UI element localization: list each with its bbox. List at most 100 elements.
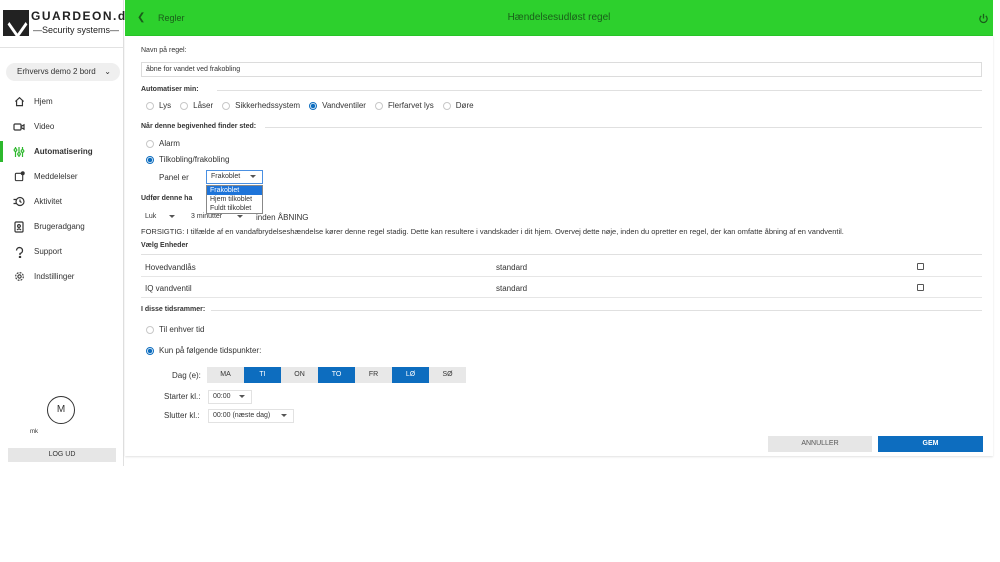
- days-selector: MA TI ON TO FR LØ SØ: [207, 367, 466, 383]
- caret-down-icon: [169, 215, 175, 218]
- delay-value: 3 minutter: [191, 213, 223, 220]
- device-row: Hovedvandlås standard: [141, 256, 982, 277]
- device-name: IQ vandventil: [145, 284, 192, 293]
- event-option-tilkobling[interactable]: Tilkobling/frakobling: [146, 155, 229, 164]
- sidebar-item-label: Video: [34, 122, 55, 131]
- account-name: Erhvervs demo 2 bord: [17, 67, 96, 76]
- device-checkbox[interactable]: [917, 263, 924, 270]
- rule-form: Navn på regel: åbne for vandet ved frako…: [125, 36, 993, 456]
- event-option-alarm[interactable]: Alarm: [146, 139, 180, 148]
- automate-option-sikkerhedssystem[interactable]: Sikkerhedssystem: [222, 101, 300, 110]
- logout-button[interactable]: LOG UD: [8, 448, 116, 462]
- end-time-label: Slutter kl.:: [164, 411, 200, 420]
- sidebar-item-aktivitet[interactable]: Aktivitet: [0, 189, 124, 214]
- sidebar-item-hjem[interactable]: Hjem: [0, 89, 124, 114]
- day-toggle-soe[interactable]: SØ: [429, 367, 466, 383]
- sidebar-item-label: Automatisering: [34, 147, 93, 156]
- automate-option-vandventiler[interactable]: Vandventiler: [309, 101, 366, 110]
- panel-state-select[interactable]: Frakoblet: [206, 170, 263, 184]
- sidebar-item-label: Brugeradgang: [34, 222, 85, 231]
- day-toggle-to[interactable]: TO: [318, 367, 355, 383]
- user-name: mk: [30, 429, 38, 435]
- warning-text: FORSIGTIG: I tilfælde af en vandafbrydel…: [141, 227, 844, 236]
- sidebar-item-label: Meddelelser: [34, 172, 78, 181]
- power-icon[interactable]: [978, 11, 989, 29]
- dropdown-option-hjem-tilkoblet[interactable]: Hjem tilkoblet: [207, 195, 262, 204]
- radio-selected-icon: [146, 346, 154, 355]
- caret-down-icon: [239, 395, 245, 398]
- automate-radio-group: Lys Låser Sikkerhedssystem Vandventiler …: [146, 101, 483, 110]
- day-toggle-fr[interactable]: FR: [355, 367, 392, 383]
- device-checkbox[interactable]: [917, 284, 924, 291]
- panel-state-value: Frakoblet: [211, 173, 241, 180]
- home-icon: [13, 96, 25, 108]
- settings-icon: [13, 271, 25, 283]
- time-option-any[interactable]: Til enhver tid: [146, 325, 205, 334]
- radio-selected-icon: [309, 101, 318, 110]
- option-label: Tilkobling/frakobling: [159, 155, 230, 164]
- option-label: Låser: [193, 101, 214, 110]
- sidebar-item-support[interactable]: Support: [0, 239, 124, 264]
- sidebar-item-video[interactable]: Video: [0, 114, 124, 139]
- logo-brand: GUARDEON.dk: [31, 9, 135, 23]
- start-time-label: Starter kl.:: [164, 392, 201, 401]
- automate-option-laaser[interactable]: Låser: [180, 101, 213, 110]
- event-section-title: Når denne begivenhed finder sted:: [141, 123, 257, 130]
- automation-icon: [13, 146, 25, 158]
- sidebar-item-label: Hjem: [34, 97, 53, 106]
- delay-suffix: inden ÅBNING: [256, 213, 309, 222]
- save-button[interactable]: GEM: [878, 436, 983, 452]
- logo-mark-icon: [3, 10, 29, 36]
- video-icon: [13, 121, 25, 133]
- device-value: standard: [496, 263, 528, 272]
- automate-option-lys[interactable]: Lys: [146, 101, 171, 110]
- option-label: Sikkerhedssystem: [235, 101, 301, 110]
- activity-icon: [13, 196, 25, 208]
- sidebar-item-indstillinger[interactable]: Indstillinger: [0, 264, 124, 289]
- option-label: Kun på følgende tidspunkter:: [159, 346, 262, 355]
- sidebar: GUARDEON.dk —Security systems— Erhvervs …: [0, 0, 133, 466]
- panel-state-dropdown: Frakoblet Hjem tilkoblet Fuldt tilkoblet: [206, 185, 263, 214]
- day-toggle-ma[interactable]: MA: [207, 367, 244, 383]
- devices-section-title: Vælg Enheder: [141, 242, 189, 249]
- days-label: Dag (e):: [172, 371, 201, 380]
- sidebar-divider: [0, 47, 124, 48]
- rule-name-input[interactable]: åbne for vandet ved frakobling: [141, 62, 982, 77]
- sidebar-item-meddelelser[interactable]: Meddelelser: [0, 164, 124, 189]
- cancel-button[interactable]: ANNULLER: [768, 436, 872, 452]
- sidebar-nav: Hjem Video Automatisering Meddelelser Ak…: [0, 89, 124, 289]
- device-value: standard: [496, 284, 528, 293]
- automate-option-flerfarvet-lys[interactable]: Flerfarvet lys: [374, 101, 434, 110]
- radio-icon: [180, 101, 189, 110]
- end-time-value: 00:00 (næste dag): [213, 412, 271, 419]
- option-label: Døre: [455, 101, 474, 110]
- device-row: IQ vandventil standard: [141, 277, 982, 298]
- logo-tagline: —Security systems—: [33, 25, 120, 35]
- action-select[interactable]: Luk: [141, 211, 181, 225]
- radio-icon: [146, 101, 154, 110]
- page-title: Hændelsesudløst regel: [507, 12, 611, 23]
- radio-selected-icon: [146, 155, 154, 164]
- radio-icon: [442, 101, 451, 110]
- option-label: Lys: [159, 101, 172, 110]
- dropdown-option-frakoblet[interactable]: Frakoblet: [207, 186, 262, 195]
- sidebar-item-automatisering[interactable]: Automatisering: [0, 139, 124, 164]
- app: GUARDEON.dk —Security systems— Erhvervs …: [0, 0, 1000, 562]
- start-time-select[interactable]: 00:00: [208, 390, 252, 404]
- time-option-specific[interactable]: Kun på følgende tidspunkter:: [146, 346, 261, 355]
- notifications-icon: [13, 171, 25, 183]
- option-label: Vandventiler: [322, 101, 366, 110]
- day-toggle-loe[interactable]: LØ: [392, 367, 429, 383]
- chevron-down-icon: ⌄: [104, 67, 111, 76]
- automate-option-doere[interactable]: Døre: [442, 101, 474, 110]
- account-select[interactable]: Erhvervs demo 2 bord ⌄: [6, 63, 120, 81]
- device-name: Hovedvandlås: [145, 263, 196, 272]
- day-toggle-ti[interactable]: TI: [244, 367, 281, 383]
- header-bar: ❮ Regler Hændelsesudløst regel: [125, 0, 993, 36]
- dropdown-option-fuldt-tilkoblet[interactable]: Fuldt tilkoblet: [207, 204, 262, 213]
- day-toggle-on[interactable]: ON: [281, 367, 318, 383]
- sidebar-item-brugeradgang[interactable]: Brugeradgang: [0, 214, 124, 239]
- end-time-select[interactable]: 00:00 (næste dag): [208, 409, 294, 423]
- avatar[interactable]: M: [47, 396, 75, 424]
- section-divider: [211, 310, 982, 311]
